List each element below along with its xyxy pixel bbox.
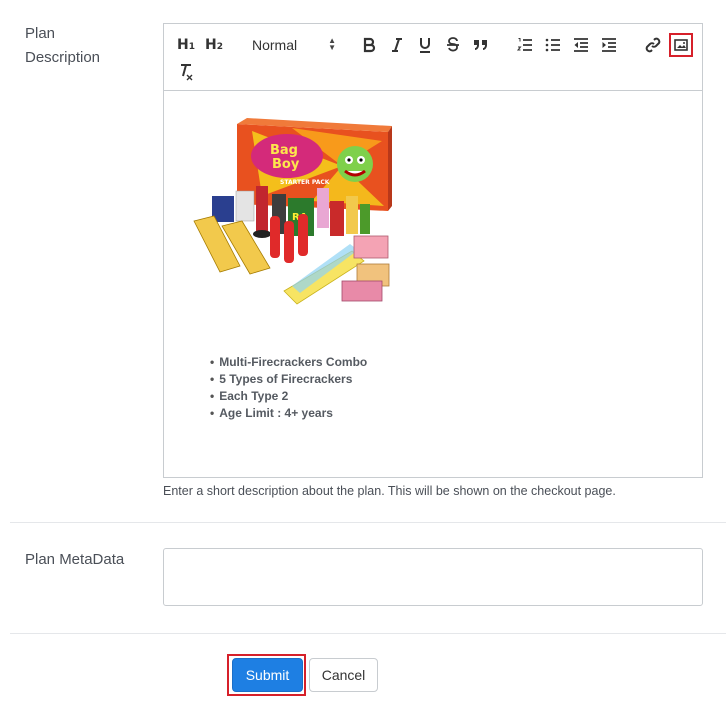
link-button[interactable] [643,34,663,56]
image-logo-text-3: STARTER PACK [280,179,330,186]
section-divider [10,633,726,634]
heading-1-number: 1 [188,42,195,52]
heading-1-button[interactable]: H1 [176,34,196,56]
outdent-button[interactable] [571,34,591,56]
image-logo-text-1: Bag [270,143,298,158]
outdent-icon [574,38,588,52]
firecracker-pack-image: Bag Boy STARTER PACK RA [193,118,392,305]
select-arrows-icon: ▲ ▼ [328,36,336,52]
list-item: 5 Types of Firecrackers [210,371,367,388]
plan-description-label: Plan Description [25,25,101,66]
bold-icon [363,37,376,53]
plan-features-list: Multi-Firecrackers Combo 5 Types of Fire… [210,354,367,422]
indent-button[interactable] [599,34,619,56]
ordered-list-button[interactable] [515,34,535,56]
clear-format-button[interactable] [176,61,196,83]
bullet-list-button[interactable] [543,34,563,56]
section-divider [10,522,726,523]
list-item: Age Limit : 4+ years [210,405,367,422]
image-button[interactable] [671,35,691,55]
strikethrough-icon [447,37,459,52]
heading-1-letter: H [177,37,189,53]
bold-button[interactable] [360,34,378,56]
link-icon [645,37,661,53]
bullet-list-icon [545,38,560,52]
italic-button[interactable] [388,34,406,56]
heading-2-number: 2 [216,42,223,52]
indent-icon [602,38,616,52]
list-item: Each Type 2 [210,388,367,405]
submit-button[interactable]: Submit [232,658,303,692]
editor-toolbar: H1 H2 Normal ▲ ▼ [164,24,702,91]
italic-icon [392,38,402,52]
cancel-button[interactable]: Cancel [309,658,378,692]
plan-description-editor: H1 H2 Normal ▲ ▼ Bag Boy STARTER PACK • … [163,23,703,478]
clear-format-icon [181,64,193,81]
plan-description-help-text: Enter a short description about the plan… [163,484,616,498]
image-logo-text-2: Boy [272,157,300,172]
format-select-value: Normal [252,37,298,53]
image-icon [674,39,688,51]
heading-2-button[interactable]: H2 [204,34,224,56]
ordered-list-icon [517,38,532,51]
plan-metadata-input[interactable] [163,548,703,606]
underline-icon [420,38,430,53]
plan-form: Plan Description H1 H2 Normal ▲ ▼ Bag Bo… [0,0,726,716]
blockquote-icon [474,40,487,50]
blockquote-button[interactable] [472,34,490,56]
editor-content[interactable]: Bag Boy STARTER PACK RA [164,91,702,477]
strikethrough-button[interactable] [444,34,462,56]
format-select[interactable]: Normal ▲ ▼ [250,34,342,56]
plan-metadata-label: Plan MetaData [25,551,125,568]
list-item: Multi-Firecrackers Combo [210,354,367,371]
underline-button[interactable] [416,34,434,56]
heading-2-letter: H [205,37,217,53]
